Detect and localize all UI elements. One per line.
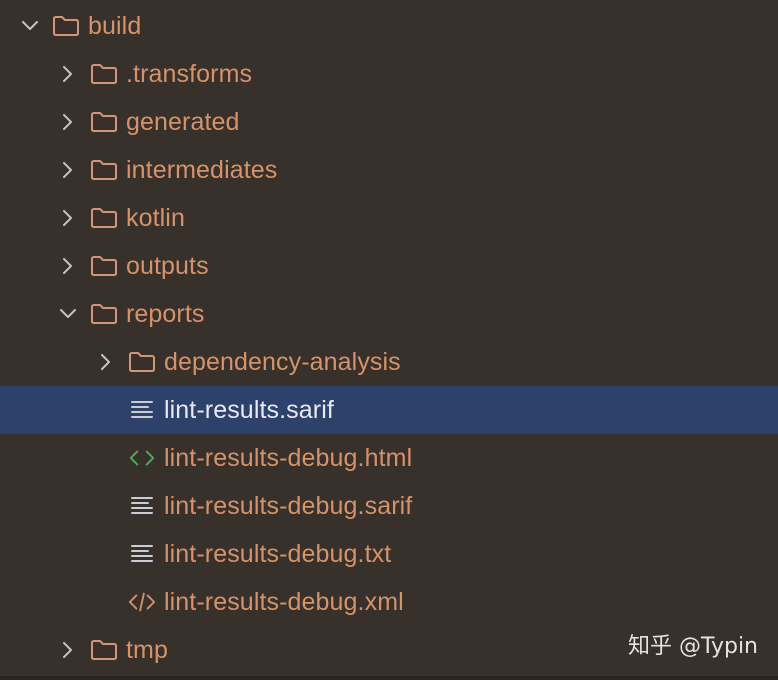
chevron-right-icon[interactable] [58,112,78,132]
html-file-icon [128,446,156,470]
tree-item-label: .transforms [126,59,253,88]
tree-item-lint-results-debug-xml[interactable]: lint-results-debug.xml [0,578,778,626]
tree-item-label: intermediates [126,155,278,184]
watermark: 知乎 @Typin [627,634,758,659]
xml-file-icon [128,590,156,614]
tree-item-label: lint-results-debug.txt [164,539,392,568]
tree-item-label: generated [126,107,240,136]
chevron-right-icon[interactable] [58,208,78,228]
text-file-icon [128,542,156,566]
folder-icon [90,62,118,86]
tree-item-label: lint-results-debug.html [164,443,413,472]
tree-item-label: kotlin [126,203,185,232]
tree-item-transforms[interactable]: .transforms [0,50,778,98]
folder-icon [128,350,156,374]
folder-icon [52,14,80,38]
folder-icon [90,254,118,278]
folder-icon [90,302,118,326]
chevron-right-icon[interactable] [58,640,78,660]
chevron-down-icon[interactable] [20,16,40,36]
tree-item-build[interactable]: build [0,2,778,50]
tree-item-dependency-analysis[interactable]: dependency-analysis [0,338,778,386]
chevron-right-icon[interactable] [58,64,78,84]
tree-item-label: tmp [126,635,168,664]
tree-item-reports[interactable]: reports [0,290,778,338]
text-file-icon [128,398,156,422]
tree-item-lint-results-debug-html[interactable]: lint-results-debug.html [0,434,778,482]
folder-icon [90,206,118,230]
folder-icon [90,638,118,662]
chevron-down-icon[interactable] [58,304,78,324]
tree-item-label: dependency-analysis [164,347,401,376]
tree-item-lint-results-debug-sarif[interactable]: lint-results-debug.sarif [0,482,778,530]
tree-item-label: lint-results-debug.xml [164,587,404,616]
tree-item-label: reports [126,299,205,328]
tree-item-label: lint-results.sarif [164,395,334,424]
tree-item-label: build [88,11,142,40]
chevron-right-icon[interactable] [96,352,116,372]
tree-item-label: outputs [126,251,209,280]
tree-item-outputs[interactable]: outputs [0,242,778,290]
project-tree: build .transforms generated intermediate… [0,2,778,674]
tree-item-kotlin[interactable]: kotlin [0,194,778,242]
tree-item-label: lint-results-debug.sarif [164,491,413,520]
text-file-icon [128,494,156,518]
folder-icon [90,110,118,134]
bottom-divider [0,676,778,680]
tree-item-intermediates[interactable]: intermediates [0,146,778,194]
tree-item-generated[interactable]: generated [0,98,778,146]
folder-icon [90,158,118,182]
chevron-right-icon[interactable] [58,160,78,180]
tree-item-lint-results-sarif[interactable]: lint-results.sarif [0,386,778,434]
chevron-right-icon[interactable] [58,256,78,276]
tree-item-lint-results-debug-txt[interactable]: lint-results-debug.txt [0,530,778,578]
